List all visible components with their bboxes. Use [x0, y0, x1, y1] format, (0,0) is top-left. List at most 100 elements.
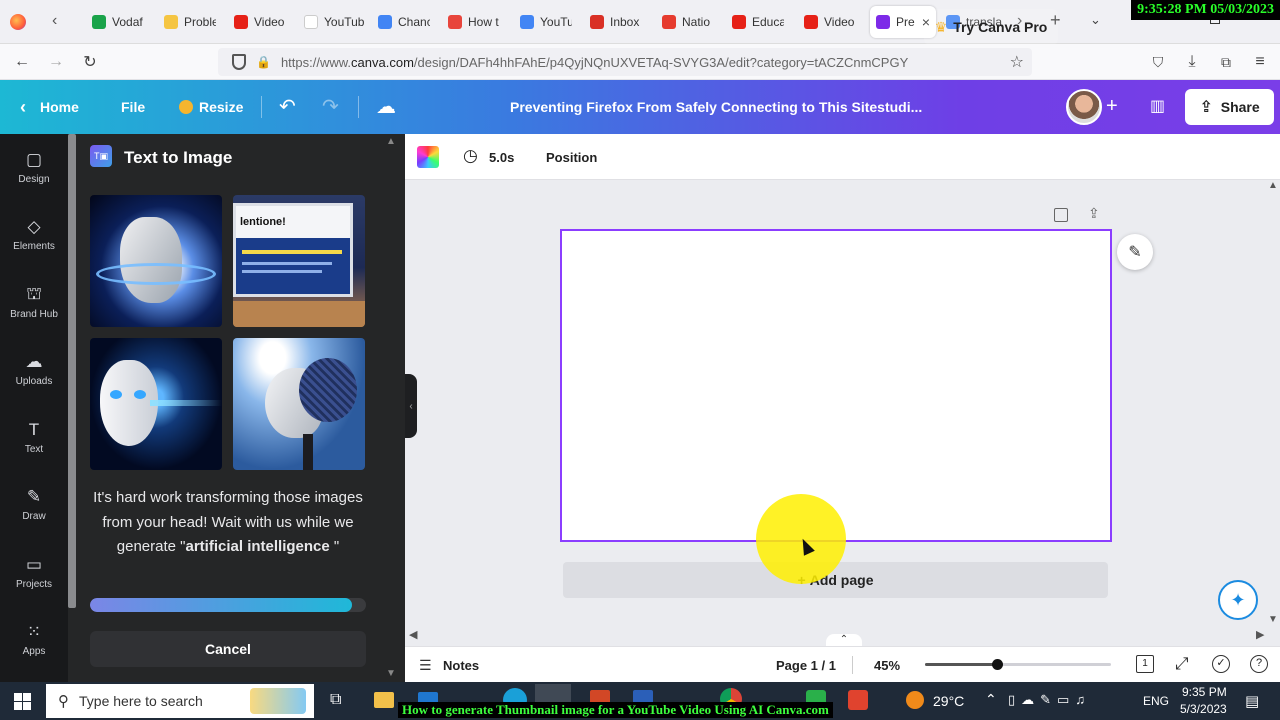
page-indicator[interactable]: Page 1 / 1 [776, 658, 836, 673]
design-page[interactable] [560, 229, 1112, 542]
tab-title: YouTu [540, 15, 572, 29]
rail-item[interactable]: ⛫ Brand Hub [0, 272, 68, 332]
add-page-corner-icon[interactable]: ⇪ [1088, 205, 1100, 222]
back-icon[interactable]: ← [10, 50, 34, 74]
notes-icon[interactable]: ☰ [419, 657, 432, 674]
browser-tab[interactable]: Video [798, 6, 856, 38]
editor-scroll-down-icon[interactable]: ▼ [1268, 614, 1278, 625]
tray-chevron-icon[interactable]: ⌃ [985, 691, 997, 708]
position-button[interactable]: Position [546, 150, 597, 165]
firefox-icon[interactable] [10, 14, 26, 30]
taskbar-search-box[interactable]: ⚲ Type here to search [46, 684, 314, 718]
panel-scroll-down-icon[interactable]: ▼ [386, 668, 396, 679]
rail-item[interactable]: ◇ Elements [0, 205, 68, 265]
tab-scroll-left-icon[interactable]: ‹ [52, 12, 57, 30]
bookmark-star-icon[interactable]: ☆ [1010, 52, 1024, 72]
clock-date[interactable]: 5/3/2023 [1180, 702, 1227, 716]
editor-scroll-left-icon[interactable]: ◀ [409, 628, 417, 641]
editor-scroll-up-icon[interactable]: ▲ [1268, 180, 1278, 191]
lock-icon[interactable]: 🔒 [256, 55, 271, 69]
crown-icon: ♛ [934, 18, 948, 35]
address-bar[interactable]: 🔒 https://www.canva.com/design/DAFh4hhFA… [218, 48, 1032, 76]
zoom-slider[interactable] [925, 659, 1111, 670]
redo-icon[interactable]: ↷ [322, 94, 339, 119]
weather-icon[interactable] [906, 691, 924, 709]
timer-icon[interactable]: ◷ [463, 146, 478, 166]
generated-image-1[interactable] [90, 195, 222, 327]
page-count-icon[interactable]: 1 [1136, 655, 1154, 673]
cancel-button[interactable]: Cancel [90, 631, 366, 667]
task-view-icon[interactable]: ⧉ [330, 691, 341, 709]
language-indicator[interactable]: ENG [1143, 694, 1169, 708]
editor-footer: ☰ Notes Page 1 / 1 45% 1 ⤢ ✓ ? [405, 646, 1280, 682]
generated-image-3[interactable] [90, 338, 222, 470]
notifications-icon[interactable]: ▤ [1245, 692, 1259, 710]
tab-favicon-icon [732, 15, 746, 29]
document-title[interactable]: Preventing Firefox From Safely Connectin… [510, 99, 922, 115]
browser-tab[interactable]: YouTu [514, 6, 572, 38]
home-button[interactable]: ‹ Home [20, 80, 79, 134]
context-toolbar: ◷ 5.0s Position [405, 134, 1280, 180]
pocket-icon[interactable]: ⛉ [1146, 50, 1170, 74]
downloads-icon[interactable]: ⤓ [1180, 50, 1204, 74]
add-collaborator-icon[interactable]: + [1106, 95, 1118, 118]
extensions-icon[interactable]: ⧉ [1214, 50, 1238, 74]
browser-tab[interactable]: Natio [656, 6, 714, 38]
share-button[interactable]: ⇪ Share [1185, 89, 1274, 125]
avatar[interactable] [1066, 89, 1102, 125]
tab-favicon-icon [662, 15, 676, 29]
browser-tab[interactable]: Educa [726, 6, 784, 38]
menu-icon[interactable]: ≡ [1248, 50, 1272, 74]
duplicate-page-icon[interactable] [1054, 208, 1068, 222]
file-menu-button[interactable]: File [121, 80, 145, 134]
design-icon: ▢ [25, 149, 43, 169]
help-icon[interactable]: ? [1250, 655, 1268, 673]
check-icon[interactable]: ✓ [1212, 655, 1230, 673]
tray-icons[interactable]: ▯☁✎▭♫ [1008, 692, 1091, 708]
weather-temp[interactable]: 29°C [933, 693, 964, 709]
browser-tab[interactable]: Inbox [584, 6, 642, 38]
browser-tab[interactable]: YouTube S [298, 6, 364, 38]
notes-button[interactable]: Notes [443, 658, 479, 673]
browser-tab[interactable]: Proble [158, 6, 216, 38]
zoom-slider-knob[interactable] [991, 659, 1003, 670]
reload-icon[interactable]: ↻ [78, 50, 102, 74]
windows-start-icon[interactable] [14, 693, 31, 710]
rail-item[interactable]: ☁ Uploads [0, 340, 68, 400]
editor-scroll-right-icon[interactable]: ▶ [1256, 628, 1264, 641]
file-explorer-icon[interactable] [374, 692, 394, 708]
tracking-shield-icon[interactable] [232, 54, 246, 70]
insights-icon[interactable]: ▥ [1150, 96, 1165, 116]
panel-scrollbar[interactable] [68, 134, 76, 608]
rail-item-label: Text [24, 443, 44, 455]
cloud-save-icon[interactable]: ☁ [376, 94, 396, 119]
browser-tab[interactable]: Chanc [372, 6, 430, 38]
rail-item[interactable]: ▭ Projects [0, 542, 68, 602]
url-text[interactable]: https://www.canva.com/design/DAFh4hhFAhE… [281, 55, 908, 70]
browser-tab[interactable]: Video [228, 6, 286, 38]
generated-image-4[interactable] [233, 338, 365, 470]
fullscreen-icon[interactable]: ⤢ [1175, 654, 1189, 674]
rail-item[interactable]: ⁙ Apps [0, 610, 68, 670]
rail-item[interactable]: ▢ Design [0, 137, 68, 197]
resize-button[interactable]: Resize [179, 80, 243, 134]
generated-image-2[interactable]: lentione! [233, 195, 365, 327]
rail-item-label: Elements [13, 241, 55, 252]
rail-item[interactable]: T Text [0, 407, 68, 467]
color-picker-icon[interactable] [417, 146, 439, 168]
browser-tab[interactable]: Vodaf [86, 6, 144, 38]
panel-scroll-up-icon[interactable]: ▲ [386, 136, 396, 147]
zoom-value[interactable]: 45% [874, 658, 900, 673]
forward-icon[interactable]: → [44, 50, 68, 74]
comment-icon[interactable]: ✎ [1117, 234, 1153, 270]
browser-tab[interactable]: How t [442, 6, 500, 38]
rail-item[interactable]: ✎ Draw [0, 475, 68, 535]
try-canva-pro-button[interactable]: ♛ Try Canva Pro [924, 9, 1058, 45]
list-tabs-icon[interactable]: ⌄ [1090, 12, 1101, 28]
collapse-panel-handle[interactable]: ‹ [405, 374, 417, 438]
duration-value[interactable]: 5.0s [489, 150, 514, 165]
magic-assistant-icon[interactable]: ✦ [1218, 580, 1258, 620]
clock-time[interactable]: 9:35 PM [1182, 685, 1227, 699]
undo-icon[interactable]: ↶ [279, 94, 296, 119]
app-red-icon[interactable] [848, 690, 868, 710]
